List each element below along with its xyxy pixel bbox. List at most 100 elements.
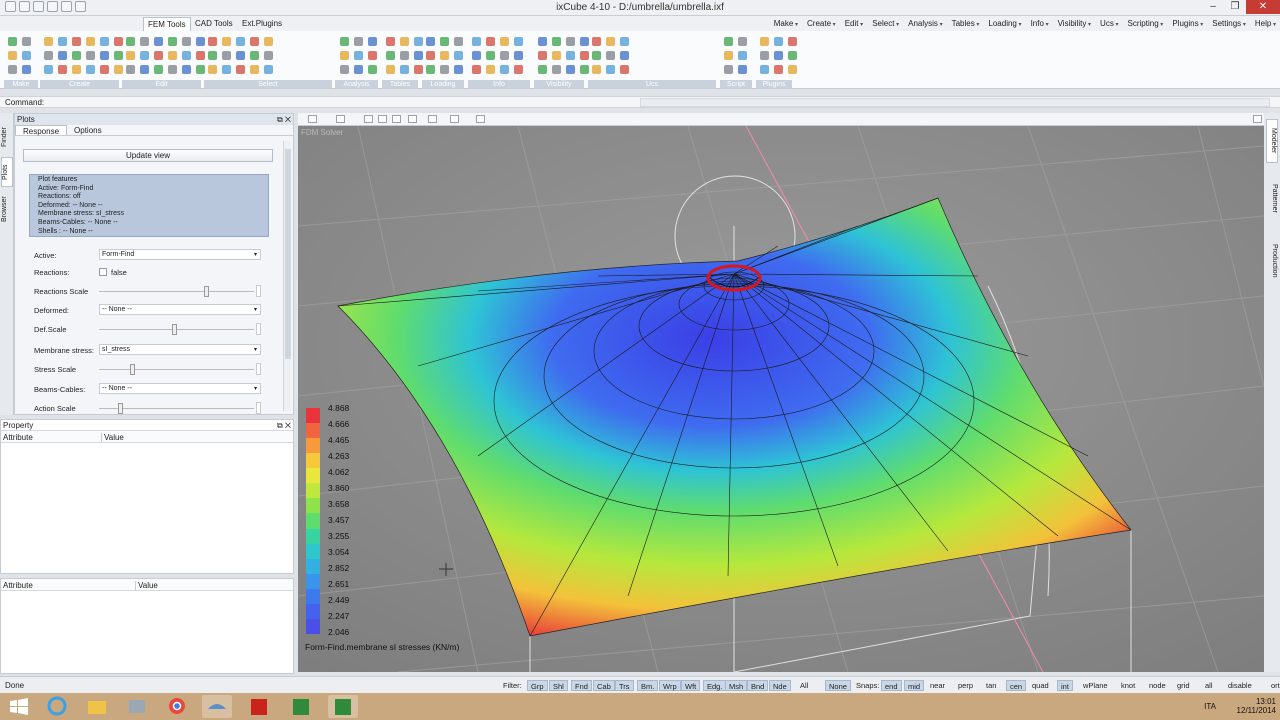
pin-icon[interactable]: [1253, 115, 1262, 123]
def-scale-spin[interactable]: [256, 323, 261, 335]
snap-wplane[interactable]: wPlane: [1080, 680, 1111, 691]
filter-wrp[interactable]: Wrp: [659, 680, 681, 691]
ribbon-tool-icon[interactable]: [592, 37, 601, 46]
ribbon-tool-icon[interactable]: [414, 37, 423, 46]
ribbon-tool-icon[interactable]: [168, 65, 177, 74]
ribbon-tool-icon[interactable]: [264, 65, 273, 74]
snap-perp[interactable]: perp: [955, 680, 976, 691]
ribbon-tool-icon[interactable]: [196, 65, 205, 74]
command-input[interactable]: [640, 98, 1270, 107]
menu-scripting[interactable]: Scripting: [1128, 17, 1164, 32]
ribbon-tool-icon[interactable]: [250, 51, 259, 60]
side-tab-plots[interactable]: Plots: [1, 157, 13, 187]
ribbon-tool-icon[interactable]: [222, 65, 231, 74]
ribbon-tool-icon[interactable]: [426, 51, 435, 60]
ribbon-tool-icon[interactable]: [514, 51, 523, 60]
snap-node[interactable]: node: [1146, 680, 1169, 691]
filter-bm[interactable]: Bm.: [637, 680, 659, 691]
menu-settings[interactable]: Settings: [1212, 17, 1246, 32]
zoom-icon[interactable]: [392, 115, 401, 123]
snap-near[interactable]: near: [927, 680, 948, 691]
ribbon-tool-icon[interactable]: [426, 65, 435, 74]
right-tab-modeler[interactable]: Modeler: [1266, 119, 1278, 163]
ribbon-tool-icon[interactable]: [44, 37, 53, 46]
panel-controls[interactable]: ⧉ ✕: [277, 420, 291, 431]
ixcube-icon[interactable]: [202, 695, 232, 718]
ribbon-tool-icon[interactable]: [264, 37, 273, 46]
snap-knot[interactable]: knot: [1118, 680, 1138, 691]
ribbon-tool-icon[interactable]: [340, 37, 349, 46]
tab-ext-plugins[interactable]: Ext.Plugins: [238, 17, 286, 31]
chrome-icon[interactable]: [162, 695, 192, 718]
refresh-icon[interactable]: [476, 115, 485, 123]
menu-create[interactable]: Create: [807, 17, 836, 32]
stress-scale-slider[interactable]: [130, 364, 135, 375]
ribbon-tool-icon[interactable]: [620, 51, 629, 60]
ribbon-tool-icon[interactable]: [72, 51, 81, 60]
ribbon-tool-icon[interactable]: [22, 37, 31, 46]
ribbon-tool-icon[interactable]: [182, 51, 191, 60]
ribbon-tool-icon[interactable]: [114, 37, 123, 46]
ribbon-tool-icon[interactable]: [454, 65, 463, 74]
ribbon-tool-icon[interactable]: [140, 65, 149, 74]
ribbon-tool-icon[interactable]: [222, 37, 231, 46]
menu-loading[interactable]: Loading: [988, 17, 1021, 32]
ribbon-tool-icon[interactable]: [774, 37, 783, 46]
ribbon-tool-icon[interactable]: [472, 65, 481, 74]
ribbon-tool-icon[interactable]: [606, 51, 615, 60]
ribbon-tool-icon[interactable]: [566, 65, 575, 74]
membrane-select[interactable]: sI_stress: [99, 344, 261, 355]
viewport-canvas[interactable]: [298, 126, 1264, 672]
zoom-window-icon[interactable]: [378, 115, 387, 123]
ribbon-tool-icon[interactable]: [738, 65, 747, 74]
tab-response[interactable]: Response: [15, 125, 68, 136]
ribbon-tool-icon[interactable]: [774, 65, 783, 74]
clock-date[interactable]: 12/11/2014: [1237, 706, 1276, 715]
ie-icon[interactable]: [42, 695, 72, 718]
ribbon-tool-icon[interactable]: [340, 51, 349, 60]
ribbon-tool-icon[interactable]: [8, 37, 17, 46]
ribbon-tool-icon[interactable]: [760, 51, 769, 60]
ribbon-tool-icon[interactable]: [86, 65, 95, 74]
ribbon-tool-icon[interactable]: [250, 65, 259, 74]
ribbon-tool-icon[interactable]: [126, 65, 135, 74]
ribbon-tool-icon[interactable]: [100, 37, 109, 46]
ribbon-tool-icon[interactable]: [788, 51, 797, 60]
ribbon-tool-icon[interactable]: [86, 51, 95, 60]
ribbon-tool-icon[interactable]: [22, 65, 31, 74]
ribbon-tool-icon[interactable]: [154, 65, 163, 74]
ribbon-tool-icon[interactable]: [400, 65, 409, 74]
ribbon-tool-icon[interactable]: [100, 65, 109, 74]
ribbon-tool-icon[interactable]: [724, 37, 733, 46]
ribbon-tool-icon[interactable]: [566, 51, 575, 60]
ribbon-tool-icon[interactable]: [500, 65, 509, 74]
ribbon-tool-icon[interactable]: [126, 37, 135, 46]
ribbon-tool-icon[interactable]: [400, 51, 409, 60]
ribbon-tool-icon[interactable]: [606, 37, 615, 46]
snap-all[interactable]: all: [1202, 680, 1216, 691]
ribbon-tool-icon[interactable]: [8, 51, 17, 60]
snap-int[interactable]: int: [1057, 680, 1073, 691]
plots-scrollbar[interactable]: [283, 141, 291, 411]
snap-tan[interactable]: tan: [983, 680, 999, 691]
ribbon-tool-icon[interactable]: [354, 37, 363, 46]
ribbon-tool-icon[interactable]: [386, 37, 395, 46]
ribbon-tool-icon[interactable]: [472, 51, 481, 60]
ribbon-tool-icon[interactable]: [592, 65, 601, 74]
ribbon-tool-icon[interactable]: [486, 65, 495, 74]
menu-info[interactable]: Info: [1031, 17, 1049, 32]
ribbon-tool-icon[interactable]: [760, 65, 769, 74]
snap-mid[interactable]: mid: [904, 680, 925, 691]
ribbon-tool-icon[interactable]: [738, 37, 747, 46]
maximize-button[interactable]: ❐: [1224, 0, 1246, 14]
snap-grid[interactable]: grid: [1174, 680, 1193, 691]
filter-msh[interactable]: Msh: [725, 680, 748, 691]
ribbon-tool-icon[interactable]: [472, 37, 481, 46]
view-front-icon[interactable]: [408, 115, 417, 123]
ribbon-tool-icon[interactable]: [724, 51, 733, 60]
acrobat-icon[interactable]: [244, 695, 274, 718]
ribbon-tool-icon[interactable]: [154, 51, 163, 60]
ribbon-tool-icon[interactable]: [22, 51, 31, 60]
menu-plugins[interactable]: Plugins: [1172, 17, 1203, 32]
ribbon-tool-icon[interactable]: [354, 65, 363, 74]
